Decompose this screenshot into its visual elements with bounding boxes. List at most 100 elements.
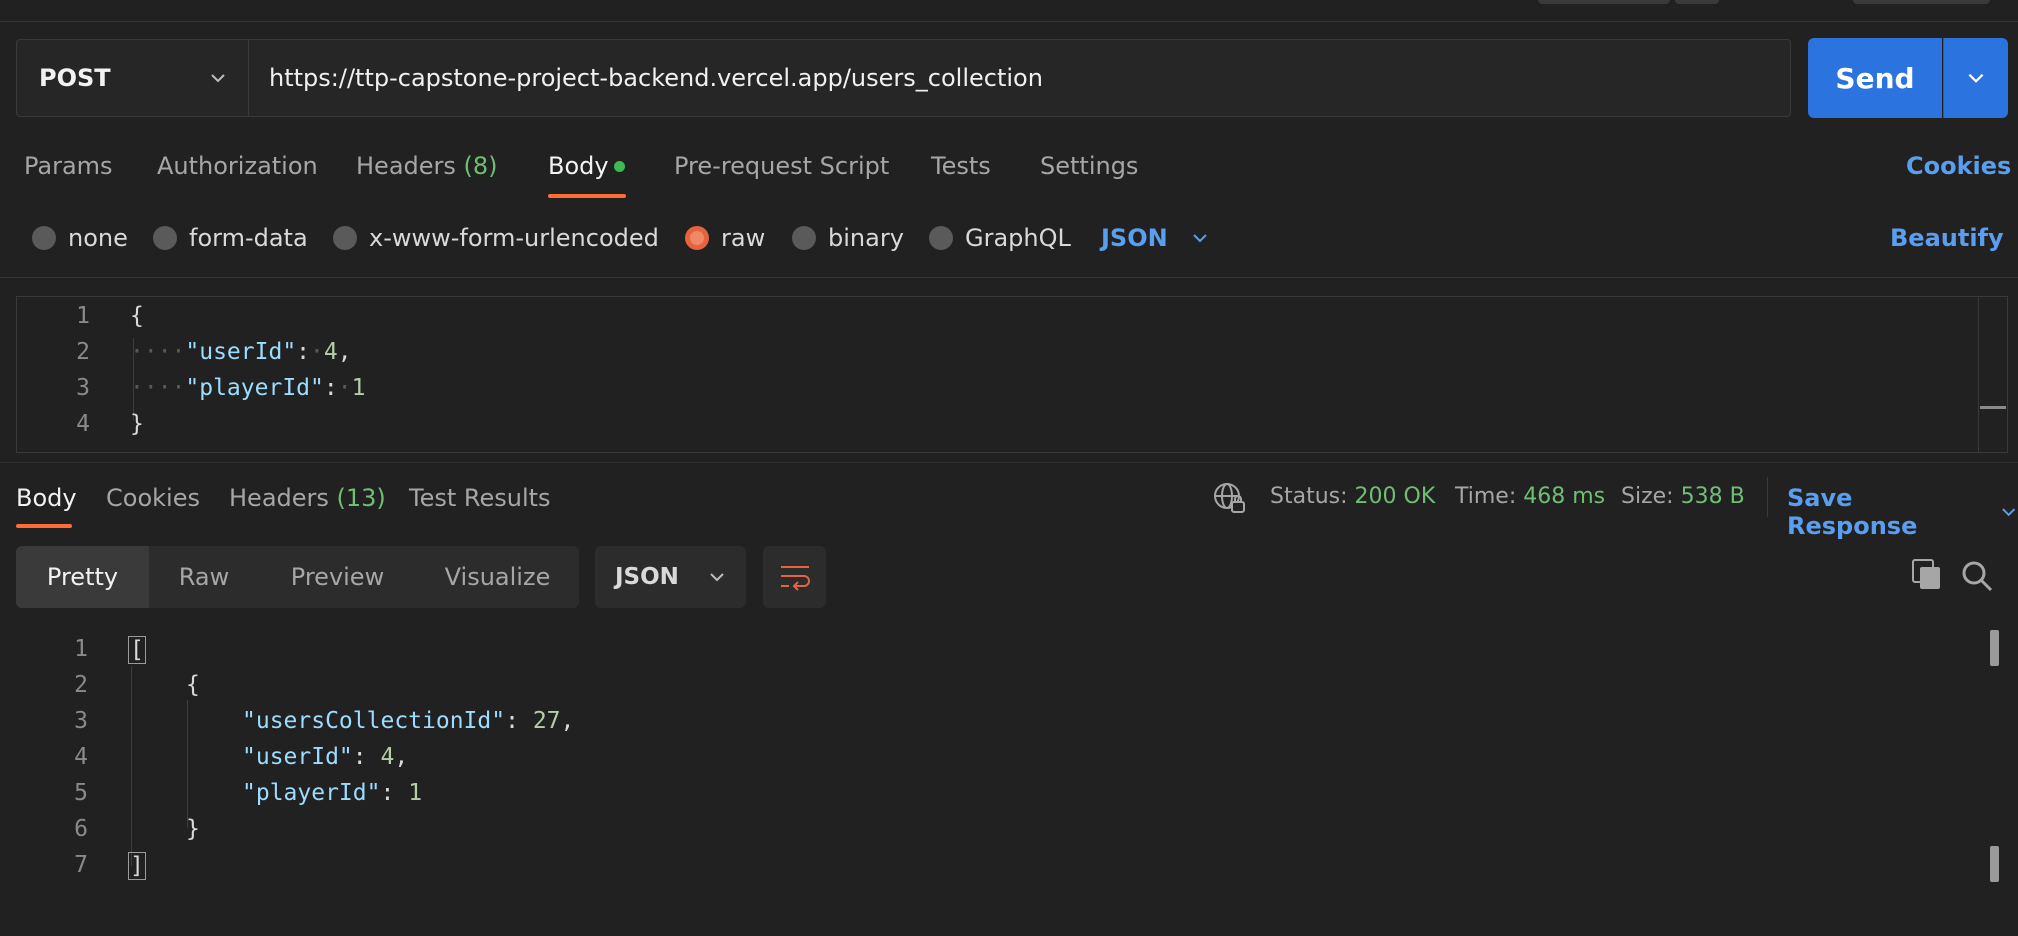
tab-authorization[interactable]: Authorization bbox=[157, 152, 318, 196]
tab-label: Settings bbox=[1040, 152, 1139, 180]
chevron-down-icon bbox=[710, 573, 724, 582]
radio-binary[interactable]: binary bbox=[792, 224, 904, 252]
divider bbox=[0, 277, 2018, 278]
view-preview-button[interactable]: Preview bbox=[259, 546, 416, 608]
response-language-label: JSON bbox=[615, 564, 679, 590]
copy-icon[interactable] bbox=[1911, 558, 1943, 592]
radio-x-www-form-urlencoded[interactable]: x-www-form-urlencoded bbox=[333, 224, 659, 252]
json-brace: { bbox=[186, 672, 200, 698]
cookies-link[interactable]: Cookies bbox=[1906, 152, 2011, 180]
top-toolbar-button[interactable] bbox=[1538, 0, 1670, 4]
chevron-down-icon bbox=[1968, 73, 1984, 83]
radio-circle bbox=[333, 226, 357, 250]
url-input[interactable]: https://ttp-capstone-project-backend.ver… bbox=[248, 39, 1791, 117]
radio-circle-selected bbox=[685, 226, 709, 250]
code-line: "playerId": 1 bbox=[242, 780, 423, 806]
view-label: Pretty bbox=[46, 563, 119, 591]
meta-label: Time: bbox=[1455, 484, 1517, 509]
response-tab-body[interactable]: Body bbox=[16, 484, 77, 512]
line-number: 3 bbox=[74, 708, 88, 734]
tab-headers[interactable]: Headers (8) bbox=[356, 152, 498, 196]
body-language-select[interactable]: JSON bbox=[1101, 224, 1210, 252]
method-select[interactable]: POST bbox=[16, 39, 248, 117]
radio-label: x-www-form-urlencoded bbox=[369, 224, 659, 252]
send-options-button[interactable] bbox=[1943, 38, 2008, 118]
code-line: } bbox=[186, 816, 200, 842]
radio-label: form-data bbox=[189, 224, 308, 252]
wrap-lines-button[interactable] bbox=[763, 546, 826, 608]
top-toolbar-button[interactable] bbox=[1853, 0, 1990, 4]
tab-params[interactable]: Params bbox=[24, 152, 113, 196]
view-raw-button[interactable]: Raw bbox=[149, 546, 259, 608]
top-toolbar-button[interactable] bbox=[1675, 0, 1719, 4]
radio-none[interactable]: none bbox=[32, 224, 128, 252]
line-number: 1 bbox=[76, 303, 90, 329]
send-label: Send bbox=[1835, 61, 1915, 95]
response-size[interactable]: Size: 538 B bbox=[1621, 484, 1745, 509]
beautify-button[interactable]: Beautify bbox=[1890, 224, 2004, 252]
headers-count-badge: (8) bbox=[463, 152, 498, 180]
json-key: "usersCollectionId" bbox=[242, 708, 506, 734]
view-label: Preview bbox=[290, 563, 385, 591]
method-label: POST bbox=[39, 64, 111, 92]
meta-label: Status: bbox=[1270, 484, 1348, 509]
json-value: 1 bbox=[408, 780, 423, 806]
editor-scrollbar[interactable] bbox=[1978, 297, 2007, 452]
radio-label: GraphQL bbox=[965, 224, 1071, 252]
body-language-label: JSON bbox=[1101, 224, 1168, 252]
json-key: "userId" bbox=[185, 339, 297, 365]
save-response-button[interactable]: Save Response bbox=[1787, 484, 2018, 540]
scrollbar-thumb[interactable] bbox=[1980, 406, 2006, 409]
response-time[interactable]: Time: 468 ms bbox=[1455, 484, 1605, 509]
code-line: "usersCollectionId": 27, bbox=[242, 708, 575, 734]
radio-circle bbox=[929, 226, 953, 250]
code-line: } bbox=[130, 411, 144, 437]
tab-label: Authorization bbox=[157, 152, 318, 180]
response-language-select[interactable]: JSON bbox=[595, 546, 746, 608]
json-key: "userId" bbox=[242, 744, 353, 770]
code-line: "userId": 4, bbox=[242, 744, 409, 770]
view-pretty-button[interactable]: Pretty bbox=[16, 546, 149, 608]
globe-lock-icon[interactable] bbox=[1212, 481, 1246, 515]
radio-graphql[interactable]: GraphQL bbox=[929, 224, 1071, 252]
scrollbar-thumb[interactable] bbox=[1990, 846, 1999, 882]
meta-label: Size: bbox=[1621, 484, 1674, 509]
radio-circle bbox=[153, 226, 177, 250]
json-value: 4 bbox=[380, 744, 395, 770]
line-number: 6 bbox=[74, 816, 88, 842]
radio-circle bbox=[32, 226, 56, 250]
body-modified-indicator bbox=[614, 161, 625, 172]
code-line: ] bbox=[128, 852, 146, 880]
radio-label: raw bbox=[721, 224, 766, 252]
code-line: { bbox=[186, 672, 200, 698]
line-number: 4 bbox=[74, 744, 88, 770]
active-tab-underline bbox=[16, 524, 72, 528]
tab-label: Body bbox=[548, 152, 609, 180]
radio-raw[interactable]: raw bbox=[685, 224, 765, 252]
chevron-down-icon bbox=[1192, 234, 1207, 243]
tab-label: Cookies bbox=[106, 484, 200, 512]
tab-body[interactable]: Body bbox=[548, 152, 609, 196]
radio-form-data[interactable]: form-data bbox=[153, 224, 308, 252]
tab-tests[interactable]: Tests bbox=[931, 152, 991, 196]
indent-guide bbox=[131, 666, 132, 866]
send-button[interactable]: Send bbox=[1808, 38, 1942, 118]
json-bracket: [ bbox=[130, 637, 144, 663]
response-tab-headers[interactable]: Headers (13) bbox=[229, 484, 386, 512]
wrap-lines-icon bbox=[780, 566, 810, 591]
panel-resize-handle[interactable] bbox=[0, 462, 2018, 463]
scrollbar-thumb[interactable] bbox=[1990, 630, 1999, 666]
response-tab-test-results[interactable]: Test Results bbox=[409, 484, 551, 512]
response-tab-cookies[interactable]: Cookies bbox=[106, 484, 200, 512]
code-line: { bbox=[130, 303, 144, 329]
json-brace: { bbox=[130, 303, 144, 329]
tab-settings[interactable]: Settings bbox=[1040, 152, 1138, 196]
view-visualize-button[interactable]: Visualize bbox=[416, 546, 579, 608]
radio-label: none bbox=[68, 224, 128, 252]
tab-pre-request-script[interactable]: Pre-request Script bbox=[674, 152, 889, 196]
search-icon[interactable] bbox=[1960, 559, 1994, 593]
line-number: 5 bbox=[74, 780, 88, 806]
view-label: Raw bbox=[178, 563, 230, 591]
response-status[interactable]: Status: 200 OK bbox=[1270, 484, 1435, 509]
line-number: 7 bbox=[74, 852, 88, 878]
